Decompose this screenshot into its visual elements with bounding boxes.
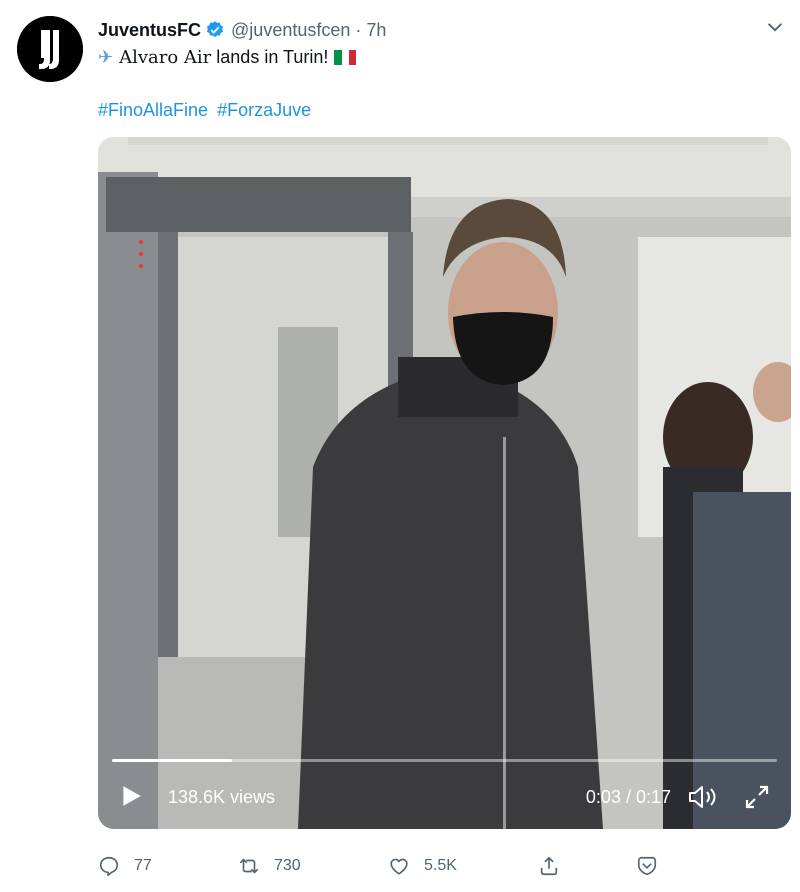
tweet-timestamp[interactable]: 7h <box>366 20 386 41</box>
view-count: 138.6K views <box>168 787 276 807</box>
account-name[interactable]: JuventusFC <box>98 20 201 41</box>
video-progress-fill <box>112 759 232 762</box>
account-handle[interactable]: @juventusfcen <box>231 20 350 41</box>
tweet-actions: 77 730 5.5K <box>98 850 698 882</box>
chevron-down-icon[interactable] <box>764 16 786 38</box>
hashtag-link[interactable]: #FinoAllaFine <box>98 100 208 120</box>
tweet-text-styled: Alvaro Air <box>119 47 212 68</box>
retweet-icon <box>239 858 259 874</box>
airplane-icon: ✈ <box>98 47 114 68</box>
tweet-text: ✈ Alvaro Air lands in Turin! <box>98 44 357 71</box>
tweet: JuventusFC @juventusfcen · 7h ✈ Alvaro Ai… <box>0 0 800 892</box>
tweet-text-rest: lands in Turin! <box>211 47 329 67</box>
video-player[interactable]: 138.6K views 0:03 / 0:17 <box>98 137 791 829</box>
like-button[interactable]: 5.5K <box>388 850 457 882</box>
bookmark-button[interactable] <box>636 850 658 882</box>
tweet-header: JuventusFC @juventusfcen · 7h <box>98 18 386 42</box>
italy-flag-icon <box>334 46 357 65</box>
reply-button[interactable]: 77 <box>98 850 152 882</box>
share-icon <box>540 856 558 876</box>
like-count: 5.5K <box>424 857 457 874</box>
video-controls: 138.6K views 0:03 / 0:17 <box>98 769 791 829</box>
reply-count: 77 <box>134 857 152 874</box>
reply-icon <box>99 856 119 876</box>
heart-icon <box>390 858 408 875</box>
hashtags: #FinoAllaFine #ForzaJuve <box>98 97 315 123</box>
video-frame <box>98 137 791 829</box>
fullscreen-icon[interactable] <box>743 783 771 811</box>
separator-dot: · <box>355 19 362 40</box>
play-icon[interactable] <box>118 783 144 809</box>
video-progress-bar[interactable] <box>112 759 777 762</box>
juventus-logo-icon <box>17 16 83 82</box>
video-timecode: 0:03 / 0:17 <box>585 787 671 807</box>
share-button[interactable] <box>538 850 560 882</box>
dm-chevron-icon <box>637 856 657 876</box>
volume-muted-icon[interactable] <box>687 783 719 811</box>
retweet-button[interactable]: 730 <box>238 850 301 882</box>
verified-badge-icon <box>207 21 224 38</box>
avatar[interactable] <box>17 16 83 82</box>
hashtag-link[interactable]: #ForzaJuve <box>217 100 311 120</box>
retweet-count: 730 <box>274 857 301 874</box>
